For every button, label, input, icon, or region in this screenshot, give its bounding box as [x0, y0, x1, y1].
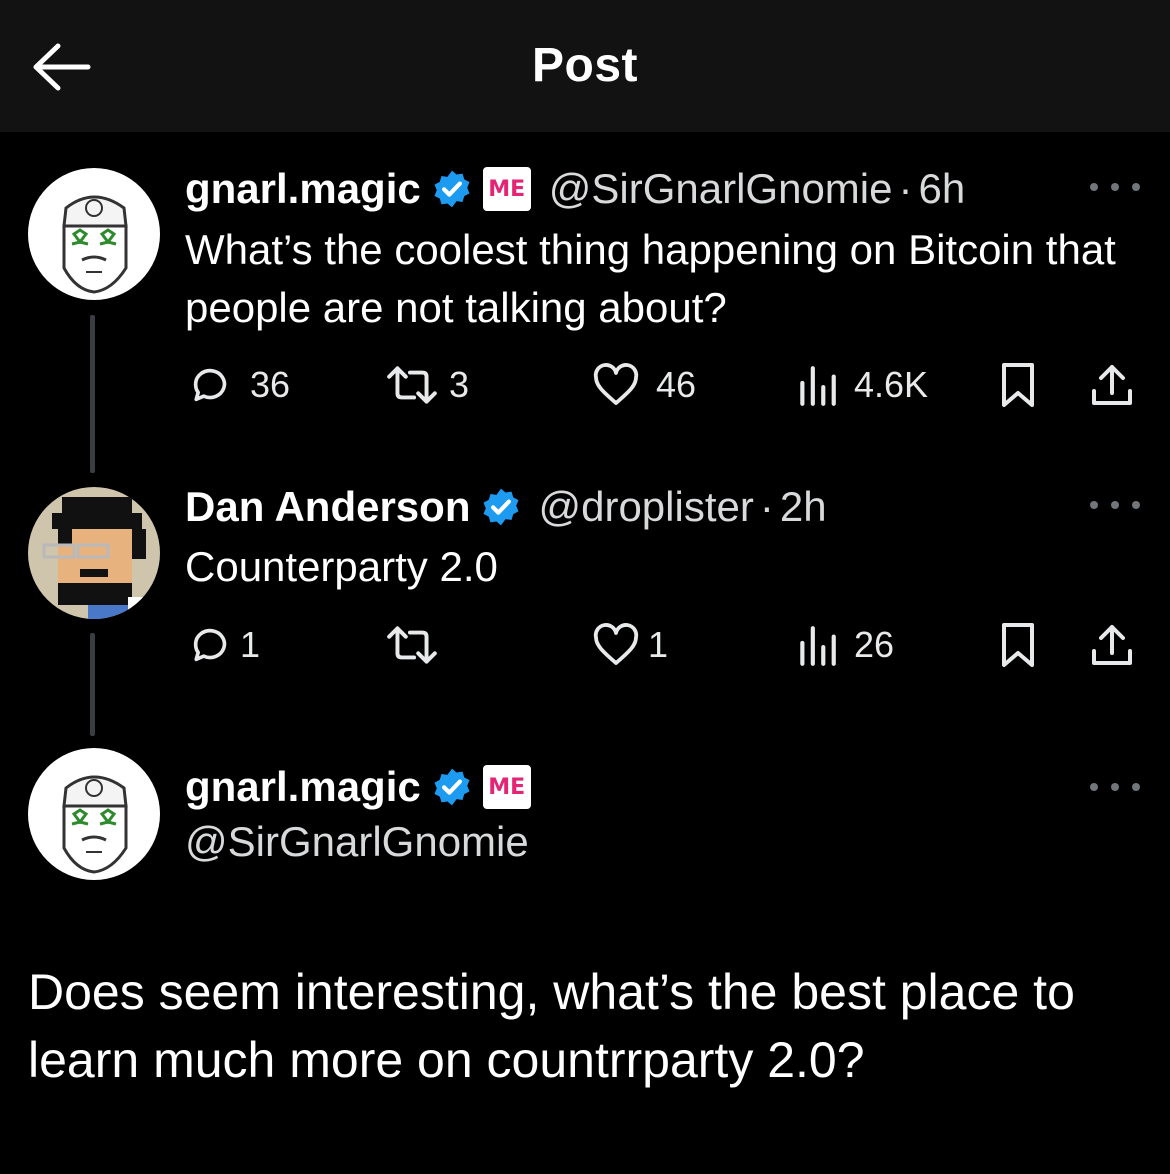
views-count: 26 — [854, 624, 895, 665]
more-options-button[interactable] — [1090, 772, 1140, 802]
thread-line — [90, 315, 95, 473]
more-options-button[interactable] — [1090, 490, 1140, 520]
views-count: 4.6K — [854, 364, 929, 405]
post-header: gnarl.magic ME — [185, 762, 549, 812]
bookmark-icon — [1002, 363, 1034, 407]
author-name[interactable]: Dan Anderson — [185, 483, 470, 531]
repost-button[interactable] — [385, 620, 455, 670]
page-title: Post — [531, 39, 638, 92]
magic-eden-badge-icon[interactable]: ME — [482, 167, 531, 211]
post-text: Counterparty 2.0 — [185, 543, 498, 590]
author-handle[interactable]: @SirGnarlGnomie — [549, 165, 893, 213]
thread-line — [90, 633, 95, 736]
magic-eden-badge-icon[interactable]: ME — [482, 765, 531, 809]
avatar-dan-anderson[interactable] — [28, 487, 160, 619]
post-header: gnarl.magic ME @SirGnarlGnomie · 6h — [185, 164, 965, 214]
reply-button[interactable]: 36 — [188, 360, 290, 410]
reply-count: 36 — [250, 364, 291, 405]
share-icon — [1092, 625, 1132, 665]
repost-count: 3 — [449, 364, 470, 405]
like-icon — [593, 623, 639, 665]
separator: · — [898, 165, 913, 212]
views-icon — [800, 626, 836, 666]
author-name[interactable]: gnarl.magic — [185, 763, 421, 811]
reply-button[interactable]: 1 — [188, 620, 260, 670]
bookmark-icon — [1002, 623, 1034, 667]
author-handle[interactable]: @droplister — [538, 483, 753, 531]
post-text: Does seem interesting, what’s the best p… — [28, 964, 1075, 1088]
like-button[interactable]: 1 — [592, 620, 668, 670]
share-button[interactable] — [1088, 360, 1136, 410]
avatar-gnarl-magic[interactable] — [28, 168, 160, 300]
share-icon — [1092, 365, 1132, 405]
views-button[interactable]: 26 — [796, 620, 894, 670]
like-count: 1 — [648, 624, 669, 665]
author-name[interactable]: gnarl.magic — [185, 165, 421, 213]
post-time[interactable]: 2h — [780, 483, 827, 531]
bookmark-button[interactable] — [998, 360, 1038, 410]
top-bar: Post — [0, 0, 1170, 132]
more-options-button[interactable] — [1090, 172, 1140, 202]
author-handle[interactable]: @SirGnarlGnomie — [185, 818, 529, 866]
reply-count: 1 — [240, 624, 261, 665]
repost-icon — [387, 626, 437, 664]
more-icon — [1090, 783, 1098, 791]
avatar-gnarl-magic[interactable] — [28, 748, 160, 880]
post-header: Dan Anderson @droplister · 2h — [185, 482, 827, 532]
like-button[interactable]: 46 — [592, 360, 696, 410]
reply-icon — [193, 368, 227, 402]
separator: · — [759, 483, 774, 530]
share-button[interactable] — [1088, 620, 1136, 670]
views-icon — [800, 366, 836, 406]
more-icon — [1090, 501, 1098, 509]
reply-icon — [193, 628, 227, 662]
verified-badge-icon — [434, 768, 470, 806]
verified-badge-icon — [483, 488, 519, 526]
bookmark-button[interactable] — [998, 620, 1038, 670]
post-time[interactable]: 6h — [918, 165, 965, 213]
views-button[interactable]: 4.6K — [796, 360, 928, 410]
like-count: 46 — [656, 364, 697, 405]
post-text: What’s the coolest thing happening on Bi… — [185, 226, 1116, 331]
like-icon — [593, 363, 639, 405]
more-icon — [1090, 183, 1098, 191]
verified-badge-icon — [434, 170, 470, 208]
repost-button[interactable]: 3 — [385, 360, 469, 410]
repost-icon — [387, 366, 437, 404]
